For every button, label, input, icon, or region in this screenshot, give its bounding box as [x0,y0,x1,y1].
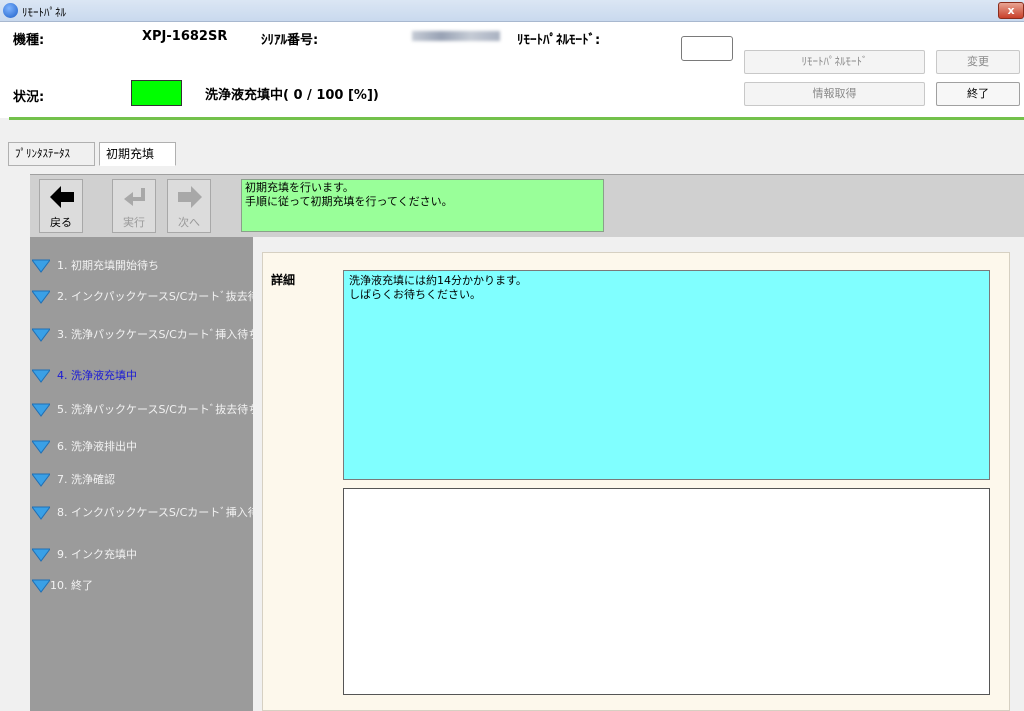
tab-initial-fill[interactable]: 初期充填 [99,142,176,166]
triangle-down-icon [32,328,50,342]
step-label: 1. 初期充填開始待ち [57,259,159,272]
triangle-down-icon [32,440,50,454]
step-item-current: 4. 洗浄液充填中 [30,365,253,385]
detail-line-2: しばらくお待ちください。 [349,288,481,301]
app-icon [3,3,18,18]
exit-button[interactable]: 終了 [936,82,1020,106]
enter-icon [124,188,145,206]
step-item: 1. 初期充填開始待ち [30,255,253,275]
header-divider [9,117,1024,120]
step-label: 7. 洗浄確認 [57,473,115,486]
detail-line-1: 洗浄液充填には約14分かかります。 [349,274,527,287]
remote-mode-indicator [681,36,733,61]
tab-printer-status[interactable]: ﾌﾟﾘﾝﾀｽﾃｰﾀｽ [8,142,95,166]
detail-image-area [343,488,990,695]
step-label: 10. 終了 [50,579,93,592]
back-button[interactable]: 戻る [39,179,83,233]
model-label: 機種: [13,33,45,48]
instruction-line-1: 初期充填を行います。 [245,181,354,194]
triangle-down-icon [32,290,50,304]
step-item: 8. インクパックケースS/Cカートﾞ挿入待ち [30,502,270,522]
status-indicator [131,80,182,106]
step-label: 2. インクパックケースS/Cカートﾞ抜去待ち [57,290,270,303]
step-item: 3. 洗浄パックケースS/Cカートﾞ挿入待ち [30,324,259,344]
change-button[interactable]: 変更 [936,50,1020,74]
serial-label: ｼﾘｱﾙ番号: [261,33,319,48]
execute-button[interactable]: 実行 [112,179,156,233]
remote-mode-label: ﾘﾓｰﾄﾊﾟﾈﾙﾓｰﾄﾞ: [517,33,601,48]
serial-value-redacted [412,31,500,41]
triangle-down-icon [32,506,50,520]
instruction-line-2: 手順に従って初期充填を行ってください。 [245,195,453,208]
triangle-down-icon [32,369,50,383]
step-label: 4. 洗浄液充填中 [57,369,137,382]
details-panel: 詳細 洗浄液充填には約14分かかります。 しばらくお待ちください。 [253,237,1024,711]
status-label: 状況: [13,90,45,105]
arrow-right-icon [178,186,202,208]
step-item: 6. 洗浄液排出中 [30,436,253,456]
execute-label: 実行 [123,216,145,229]
triangle-down-icon [32,473,50,487]
step-label: 8. インクパックケースS/Cカートﾞ挿入待ち [57,506,270,519]
step-label: 5. 洗浄パックケースS/Cカートﾞ抜去待ち [57,403,260,416]
steps-panel: 1. 初期充填開始待ち 2. インクパックケースS/Cカートﾞ抜去待ち 3. 洗… [30,237,270,711]
get-info-button[interactable]: 情報取得 [744,82,925,106]
triangle-down-icon [32,403,50,417]
details-frame: 詳細 洗浄液充填には約14分かかります。 しばらくお待ちください。 [262,252,1010,711]
step-label: 3. 洗浄パックケースS/Cカートﾞ挿入待ち [57,328,260,341]
step-item: 5. 洗浄パックケースS/Cカートﾞ抜去待ち [30,399,259,419]
status-text: 洗浄液充填中( 0 / 100 [%]) [205,88,379,103]
back-label: 戻る [50,216,72,229]
next-label: 次へ [178,216,200,229]
title-bar: ﾘﾓｰﾄﾊﾟﾈﾙ x [0,0,1024,22]
step-item: 10. 終了 [30,575,253,595]
triangle-down-icon [32,259,50,273]
next-button[interactable]: 次へ [167,179,211,233]
close-button[interactable]: x [998,2,1024,19]
remote-mode-button[interactable]: ﾘﾓｰﾄﾊﾟﾈﾙﾓｰﾄﾞ [744,50,925,74]
triangle-down-icon [32,548,50,562]
arrow-left-icon [50,186,74,208]
details-label: 詳細 [271,273,296,287]
instruction-box: 初期充填を行います。 手順に従って初期充填を行ってください。 [241,179,604,232]
triangle-down-icon [32,579,50,593]
step-item: 7. 洗浄確認 [30,469,253,489]
step-label: 6. 洗浄液排出中 [57,440,137,453]
window-title: ﾘﾓｰﾄﾊﾟﾈﾙ [22,6,66,19]
step-item: 2. インクパックケースS/Cカートﾞ抜去待ち [30,286,270,306]
model-value: XPJ-1682SR [142,29,228,44]
detail-message-box: 洗浄液充填には約14分かかります。 しばらくお待ちください。 [343,270,990,480]
step-item: 9. インク充填中 [30,544,253,564]
step-label: 9. インク充填中 [57,548,137,561]
wizard-toolbar: 戻る 実行 次へ 初期充填を行います。 手順に従って初期充填を行ってください。 [30,174,1024,237]
